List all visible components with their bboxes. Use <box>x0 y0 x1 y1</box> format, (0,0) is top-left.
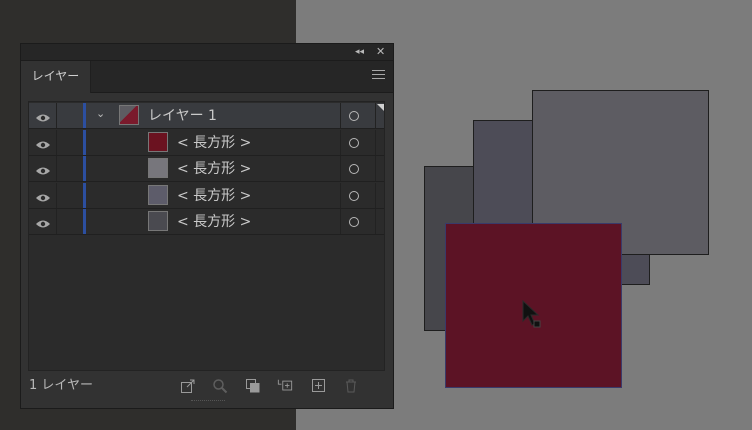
layer-color-bar <box>83 209 86 234</box>
sublayer-row[interactable]: < 長方形 > <box>29 182 384 209</box>
target-circle-icon[interactable] <box>349 190 359 201</box>
target-circle-icon[interactable] <box>349 164 359 174</box>
column-divider <box>340 129 341 155</box>
column-divider <box>340 209 341 234</box>
tab-layers[interactable]: レイヤー <box>21 61 91 93</box>
visibility-eye-icon[interactable] <box>35 136 51 148</box>
layer-color-bar <box>83 129 86 155</box>
column-divider <box>375 156 376 181</box>
layer-thumbnail <box>148 211 168 231</box>
layer-list: ⌄ レイヤー 1 < 長方形 > < 長方形 > < 長方形 > < 長方形 > <box>28 101 385 371</box>
clipping-mask-icon[interactable] <box>245 378 261 394</box>
delete-icon[interactable] <box>343 378 359 394</box>
visibility-eye-icon[interactable] <box>35 189 51 201</box>
column-divider <box>375 209 376 234</box>
panel-tabbar: レイヤー <box>21 61 393 93</box>
target-circle-icon[interactable] <box>349 217 359 227</box>
column-divider <box>56 182 57 208</box>
target-circle-icon[interactable] <box>349 111 359 121</box>
export-icon[interactable] <box>180 378 196 394</box>
layer-color-bar <box>83 156 86 181</box>
layer-thumbnail <box>148 184 168 205</box>
layer-name[interactable]: < 長方形 > <box>177 185 251 207</box>
layer-count-label: 1 レイヤー <box>29 378 94 393</box>
selection-cursor-icon <box>522 299 541 328</box>
layer-name[interactable]: レイヤー 1 <box>148 105 217 127</box>
selection-indicator-icon <box>377 104 384 111</box>
layer-row[interactable]: ⌄ レイヤー 1 <box>29 103 384 129</box>
sublayer-row[interactable]: < 長方形 > <box>29 209 384 235</box>
panel-footer: 1 レイヤー <box>21 376 393 396</box>
layer-thumbnail <box>119 105 139 125</box>
layers-panel: ◂◂ ✕ レイヤー ⌄ レイヤー 1 < 長方形 > < 長方形 > < 長方形 > < … <box>20 43 394 409</box>
layer-color-bar <box>83 182 86 208</box>
column-divider <box>375 182 376 208</box>
column-divider <box>56 129 57 155</box>
sublayer-row[interactable]: < 長方形 > <box>29 156 384 182</box>
collapse-panel-button[interactable]: ◂◂ <box>355 45 364 59</box>
column-divider <box>340 103 341 128</box>
new-sublayer-icon[interactable] <box>277 378 293 394</box>
column-divider <box>56 103 57 128</box>
chevron-down-icon[interactable]: ⌄ <box>96 107 105 120</box>
layer-color-bar <box>83 103 86 128</box>
layer-name[interactable]: < 長方形 > <box>177 132 251 154</box>
panel-titlebar[interactable]: ◂◂ ✕ <box>21 44 393 61</box>
visibility-eye-icon[interactable] <box>35 215 51 228</box>
sublayer-row[interactable]: < 長方形 > <box>29 129 384 156</box>
target-circle-icon[interactable] <box>349 137 359 148</box>
column-divider <box>340 182 341 208</box>
column-divider <box>56 209 57 234</box>
visibility-eye-icon[interactable] <box>35 162 51 175</box>
column-divider <box>375 103 376 128</box>
visibility-eye-icon[interactable] <box>35 109 51 122</box>
panel-menu-icon[interactable] <box>372 70 385 82</box>
layer-name[interactable]: < 長方形 > <box>177 158 251 180</box>
panel-resize-grip[interactable] <box>191 400 225 405</box>
column-divider <box>340 156 341 181</box>
column-divider <box>56 156 57 181</box>
layer-thumbnail <box>148 158 168 178</box>
new-layer-icon[interactable] <box>311 378 327 394</box>
column-divider <box>375 129 376 155</box>
layer-thumbnail <box>148 131 168 152</box>
close-panel-button[interactable]: ✕ <box>376 45 385 59</box>
locate-object-icon[interactable] <box>212 378 228 394</box>
layer-name[interactable]: < 長方形 > <box>177 211 251 233</box>
